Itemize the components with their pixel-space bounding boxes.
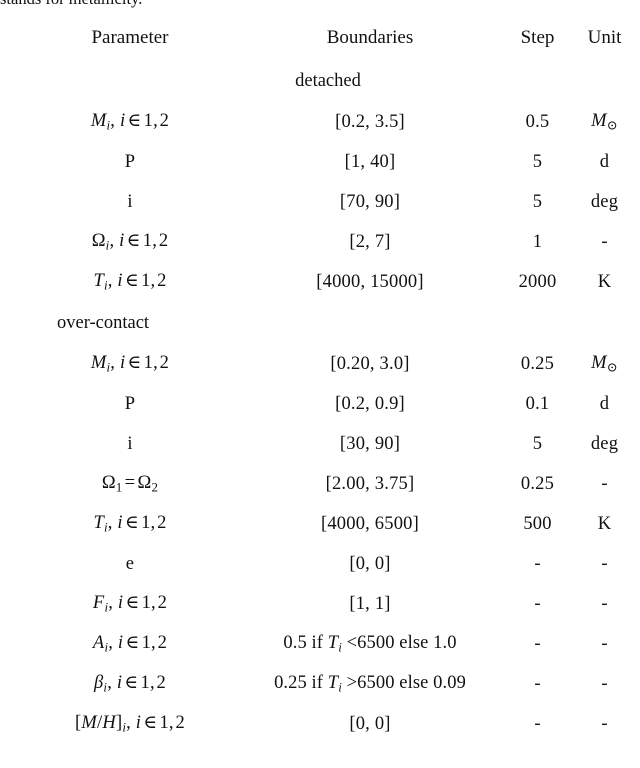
- cell-boundaries: [1, 1]: [349, 593, 391, 614]
- cell-unit: M⊙: [591, 110, 618, 133]
- cell-boundaries: [1, 40]: [344, 151, 396, 172]
- cell-boundaries: [0, 0]: [349, 713, 391, 734]
- cell-parameter: P: [124, 393, 136, 414]
- cell-step: 0.25: [520, 353, 555, 374]
- cell-unit: K: [597, 513, 612, 534]
- table-row: Mi, i ∈ 1, 2 [0.2, 3.5] 0.5 M⊙: [21, 102, 635, 142]
- cell-unit: -: [601, 473, 608, 494]
- cell-parameter: Ti, i ∈ 1, 2: [93, 513, 167, 535]
- table-header: Parameter Boundaries Step Unit: [21, 16, 635, 60]
- column-header-boundaries: Boundaries: [326, 27, 414, 48]
- cell-unit: deg: [590, 433, 619, 454]
- cell-parameter: Ai, i ∈ 1, 2: [92, 633, 168, 655]
- cell-step: 5: [532, 191, 543, 212]
- cell-boundaries: [30, 90]: [339, 433, 401, 454]
- cell-unit: -: [601, 633, 608, 654]
- cell-parameter: Mi, i ∈ 1, 2: [90, 111, 170, 133]
- cell-step: 5: [532, 151, 543, 172]
- cell-step: -: [534, 673, 541, 694]
- cell-unit: deg: [590, 191, 619, 212]
- cell-parameter: i: [127, 433, 133, 454]
- table-row: e [0, 0] - -: [21, 544, 635, 584]
- cell-parameter: Fi, i ∈ 1, 2: [92, 593, 168, 615]
- cell-boundaries: 0.25 if Ti >6500 else 0.09: [274, 672, 466, 695]
- cell-step: 2000: [518, 271, 557, 292]
- column-header-unit: Unit: [587, 27, 622, 48]
- cell-step: 0.5: [525, 111, 550, 132]
- table-row: [M/H]i, i ∈ 1, 2 [0, 0] - -: [21, 704, 635, 744]
- cell-boundaries: [0, 0]: [349, 553, 391, 574]
- cell-unit: -: [601, 231, 608, 252]
- table-row: Ai, i ∈ 1, 2 0.5 if Ti <6500 else 1.0 - -: [21, 624, 635, 664]
- table-row: i [70, 90] 5 deg: [21, 182, 635, 222]
- cell-parameter: [M/H]i, i ∈ 1, 2: [75, 713, 185, 735]
- cell-step: 5: [532, 433, 543, 454]
- parameter-table-container: Parameter Boundaries Step Unit detached M…: [21, 16, 635, 744]
- cell-boundaries: [4000, 6500]: [321, 513, 419, 534]
- cell-parameter: i: [127, 191, 133, 212]
- cell-boundaries: [2, 7]: [349, 231, 391, 252]
- table-row: P [0.2, 0.9] 0.1 d: [21, 384, 635, 424]
- cell-step: -: [534, 593, 541, 614]
- cell-unit: -: [601, 593, 608, 614]
- cell-unit: d: [599, 393, 610, 414]
- column-header-step: Step: [520, 27, 555, 48]
- table-row: Ti, i ∈ 1, 2 [4000, 15000] 2000 K: [21, 262, 635, 302]
- table-header-row: Parameter Boundaries Step Unit: [21, 16, 635, 60]
- cell-boundaries: [0.2, 3.5]: [335, 111, 405, 132]
- table-section-header-over-contact: over-contact: [21, 302, 635, 344]
- cell-step: 0.1: [525, 393, 550, 414]
- table-body: detached Mi, i ∈ 1, 2 [0.2, 3.5] 0.5 M⊙ P [1, 40…: [21, 60, 635, 744]
- cell-boundaries: [4000, 15000]: [316, 271, 424, 292]
- cell-boundaries: [2.00, 3.75]: [325, 473, 415, 494]
- cell-parameter: P: [124, 151, 136, 172]
- cell-step: -: [534, 633, 541, 654]
- table-row: Ωi, i ∈ 1, 2 [2, 7] 1 -: [21, 222, 635, 262]
- caption-text: stands for metallicity.: [0, 0, 640, 10]
- cell-step: -: [534, 713, 541, 734]
- section-label: over-contact: [57, 312, 150, 333]
- table-row: Mi, i ∈ 1, 2 [0.20, 3.0] 0.25 M⊙: [21, 344, 635, 384]
- table-section-header-detached: detached: [21, 60, 635, 102]
- cell-unit: -: [601, 553, 608, 574]
- cell-unit: -: [601, 713, 608, 734]
- cell-parameter: Ω1 = Ω2: [101, 472, 159, 495]
- cell-unit: K: [597, 271, 612, 292]
- cell-parameter: βi, i ∈ 1, 2: [93, 673, 167, 695]
- cell-step: 500: [523, 513, 552, 534]
- cell-step: 1: [532, 231, 543, 252]
- page-root: stands for metallicity. Parameter Bounda…: [0, 0, 640, 768]
- section-label: detached: [295, 70, 361, 91]
- cell-boundaries: [70, 90]: [339, 191, 401, 212]
- cell-parameter: Ti, i ∈ 1, 2: [93, 271, 167, 293]
- cell-boundaries: [0.20, 3.0]: [330, 353, 410, 374]
- parameter-table: Parameter Boundaries Step Unit detached M…: [21, 16, 635, 744]
- cell-unit: M⊙: [591, 352, 618, 375]
- cell-step: -: [534, 553, 541, 574]
- cell-parameter: Ωi, i ∈ 1, 2: [91, 231, 169, 253]
- cell-boundaries: [0.2, 0.9]: [335, 393, 405, 414]
- cell-step: 0.25: [520, 473, 555, 494]
- table-row: Ti, i ∈ 1, 2 [4000, 6500] 500 K: [21, 504, 635, 544]
- table-row: Fi, i ∈ 1, 2 [1, 1] - -: [21, 584, 635, 624]
- cell-parameter: Mi, i ∈ 1, 2: [90, 353, 170, 375]
- section-label-cell: over-contact: [21, 302, 635, 344]
- cell-unit: -: [601, 673, 608, 694]
- caption-fragment: stands for metallicity.: [0, 0, 640, 10]
- cell-boundaries: 0.5 if Ti <6500 else 1.0: [283, 632, 457, 655]
- table-row: βi, i ∈ 1, 2 0.25 if Ti >6500 else 0.09 - -: [21, 664, 635, 704]
- column-header-parameter: Parameter: [91, 27, 169, 48]
- section-label-cell: detached: [21, 60, 635, 102]
- cell-unit: d: [599, 151, 610, 172]
- table-row: P [1, 40] 5 d: [21, 142, 635, 182]
- table-row: Ω1 = Ω2 [2.00, 3.75] 0.25 -: [21, 464, 635, 504]
- cell-parameter: e: [125, 553, 135, 574]
- table-row: i [30, 90] 5 deg: [21, 424, 635, 464]
